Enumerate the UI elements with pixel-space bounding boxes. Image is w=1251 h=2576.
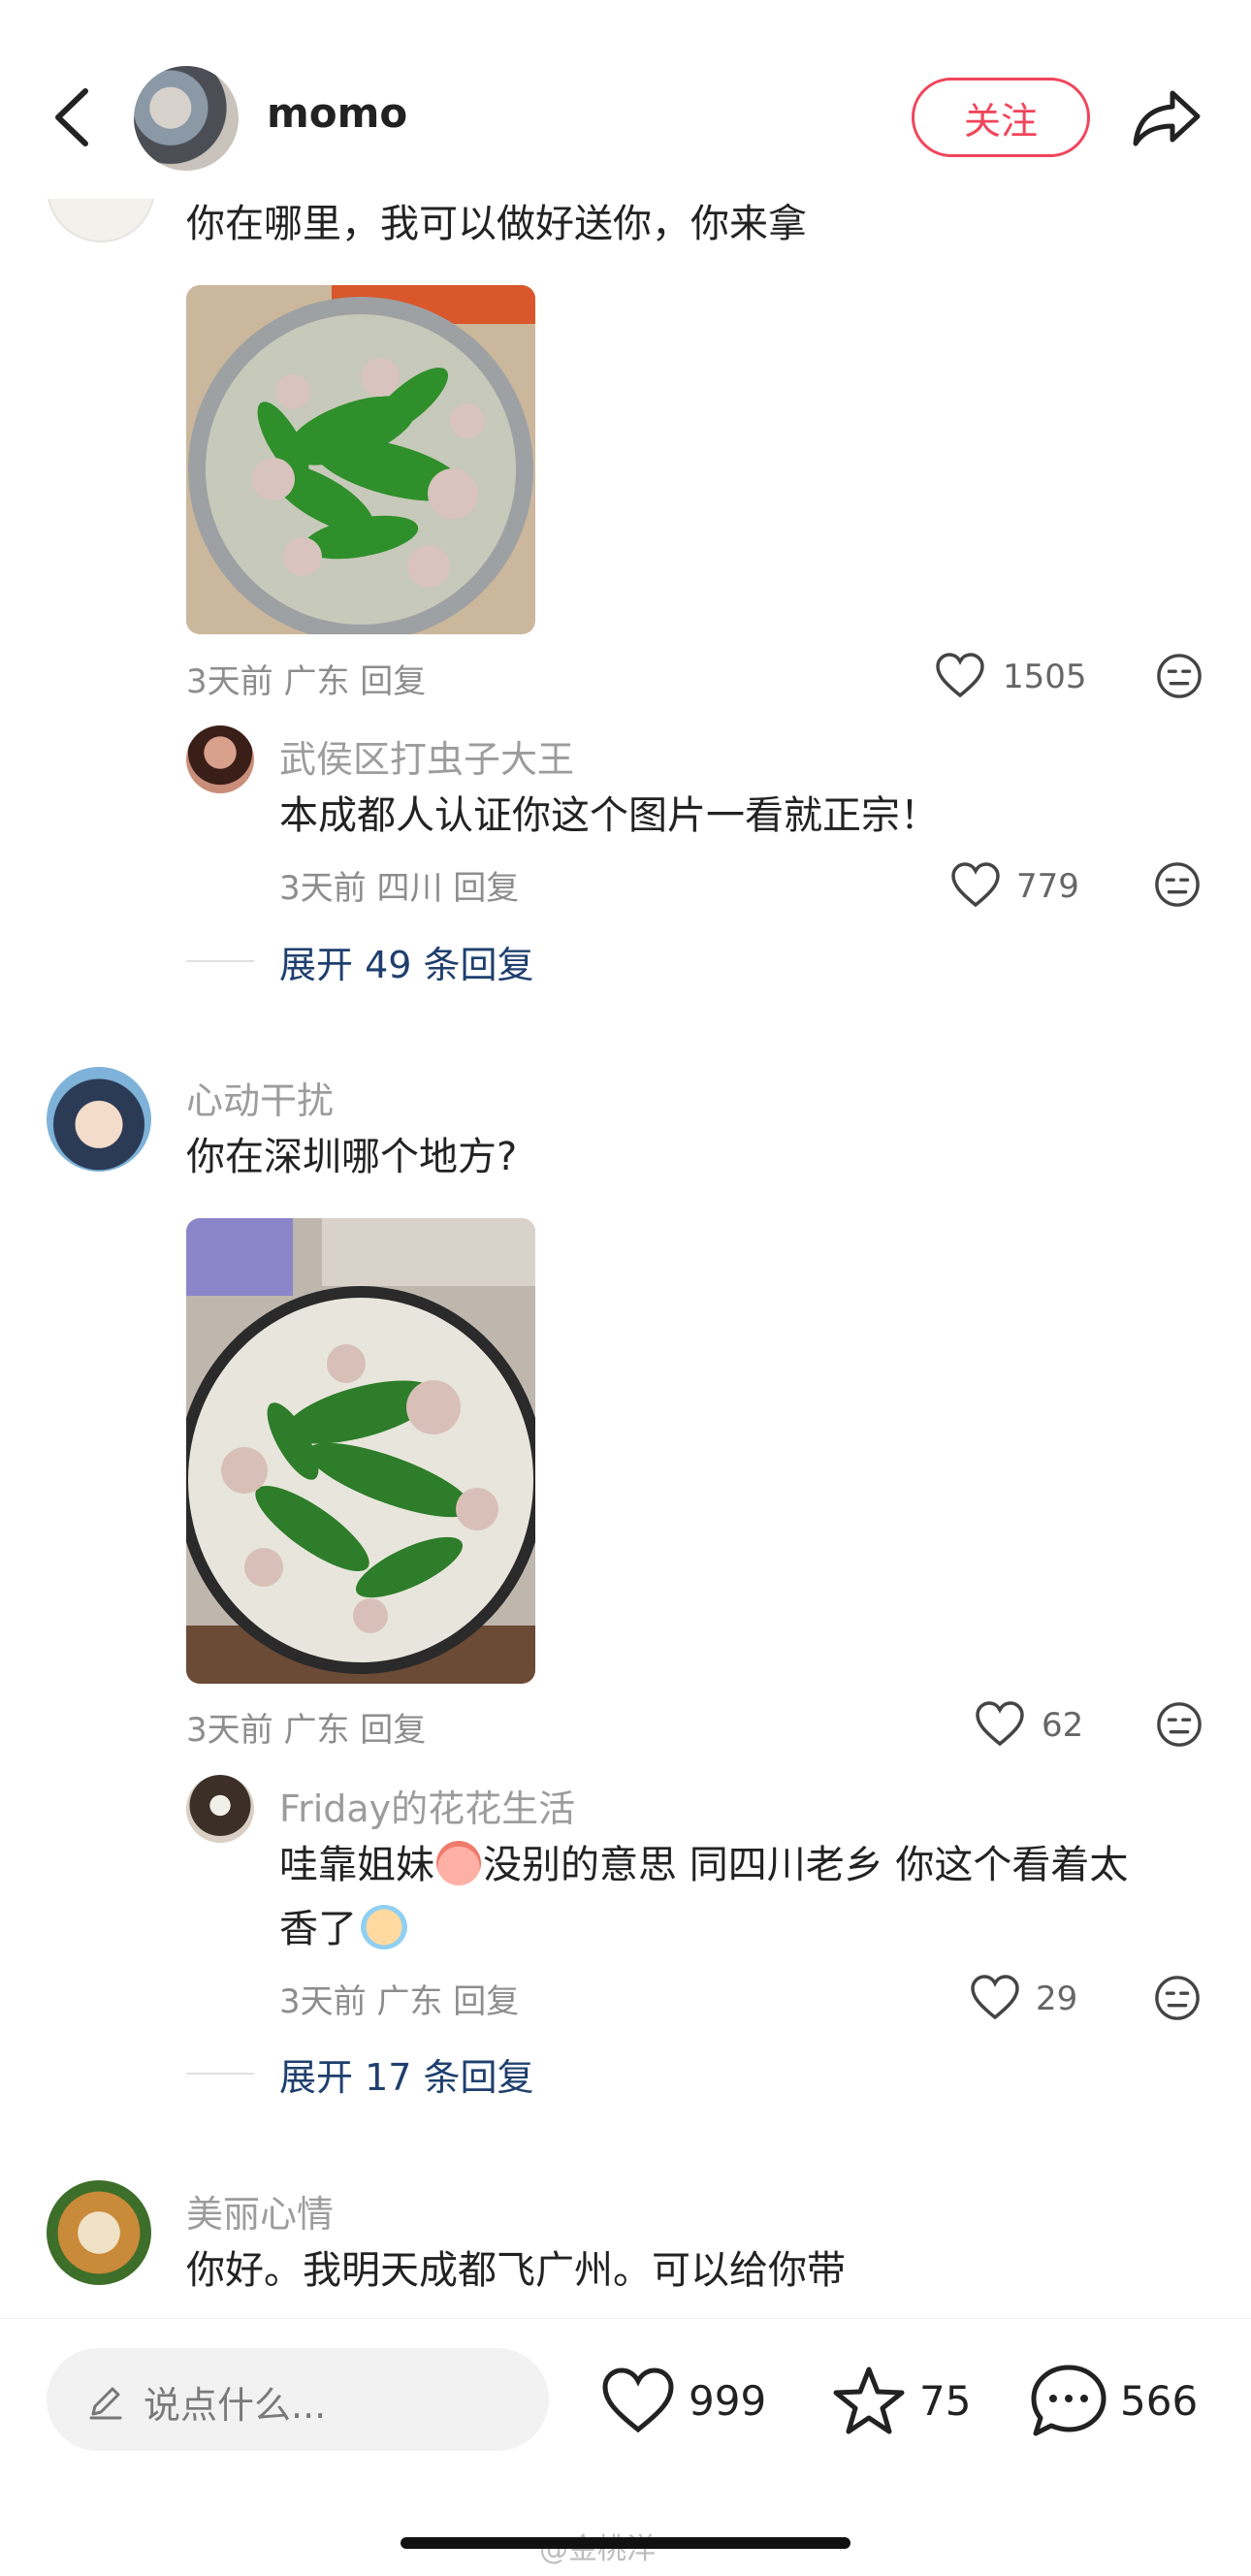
comment-text: 你好。我明天成都飞广州。可以给你带 (186, 2248, 846, 2293)
comment-photo[interactable] (186, 1218, 535, 1684)
like-heart-icon[interactable] (950, 862, 1001, 907)
like-heart-icon[interactable] (970, 1975, 1020, 2019)
star-count: 75 (919, 2377, 972, 2425)
comment-photo[interactable] (186, 285, 535, 634)
author-avatar[interactable] (134, 66, 239, 171)
dislike-face-icon[interactable] (1154, 1975, 1201, 2021)
reply-avatar[interactable] (186, 1775, 254, 1843)
reply-meta[interactable]: 3天前 广东 回复 (279, 1975, 519, 2022)
expand-divider (186, 960, 254, 962)
reply-avatar[interactable] (186, 725, 254, 793)
like-heart-icon[interactable] (975, 1701, 1025, 1746)
comment-input-placeholder[interactable]: 说点什么... (144, 2375, 326, 2429)
star-icon[interactable] (832, 2366, 906, 2435)
comment-bubble-icon[interactable] (1030, 2364, 1107, 2437)
expand-divider (186, 2073, 254, 2075)
comment-avatar[interactable] (47, 2180, 151, 2285)
dislike-face-icon[interactable] (1156, 653, 1203, 699)
comment-author-name[interactable]: 美丽心情 (186, 2184, 334, 2238)
comment-meta[interactable]: 3天前 广东 回复 (186, 655, 426, 702)
reply-author-name[interactable]: Friday的花花生活 (279, 1779, 575, 1832)
like-count: 999 (689, 2377, 767, 2425)
comment-avatar[interactable] (47, 1067, 151, 1172)
bottom-action-bar: 说点什么... 999 75 566 @金桃洋 (0, 2318, 1251, 2576)
comment-text: 你在深圳哪个地方? (186, 1135, 518, 1179)
crying-emoji-icon (361, 1905, 407, 1949)
comment-meta[interactable]: 3天前 广东 回复 (186, 1703, 426, 1751)
comment-author-name[interactable]: 心动干扰 (186, 1071, 334, 1124)
like-count: 62 (1042, 1706, 1084, 1745)
author-name[interactable]: momo (267, 89, 407, 137)
like-heart-icon[interactable] (935, 653, 985, 697)
pencil-icon (89, 2387, 122, 2420)
reply-meta[interactable]: 3天前 四川 回复 (279, 861, 519, 909)
meatball-soup-image (186, 285, 535, 634)
like-count: 779 (1016, 867, 1079, 906)
comment-text: 你在哪里，我可以做好送你，你来拿 (186, 202, 807, 246)
reply-text-part: 没别的意思 同四川老乡 你这个看着太 (483, 1843, 1129, 1887)
meatball-soup-image (186, 1218, 535, 1684)
reply-text: 哇靠姐妹 没别的意思 同四川老乡 你这个看着太 香了 (279, 1833, 1210, 1961)
home-indicator[interactable] (401, 2537, 850, 2549)
top-bar: momo 关注 (0, 0, 1251, 199)
follow-button[interactable]: 关注 (912, 78, 1090, 157)
peach-emoji-icon (436, 1841, 481, 1885)
reply-text: 本成都人认证你这个图片一看就正宗！ (279, 793, 939, 838)
reply-author-name[interactable]: 武侯区打虫子大王 (279, 729, 574, 783)
share-icon[interactable] (1130, 85, 1203, 149)
like-count: 1505 (1003, 658, 1087, 696)
back-arrow-icon[interactable] (48, 85, 97, 149)
like-heart-icon[interactable] (601, 2367, 675, 2433)
comment-count: 566 (1120, 2377, 1199, 2425)
expand-replies-link[interactable]: 展开 49 条回复 (279, 935, 534, 988)
reply-text-part: 哇靠姐妹 (279, 1843, 434, 1887)
expand-replies-link[interactable]: 展开 17 条回复 (279, 2047, 534, 2101)
dislike-face-icon[interactable] (1156, 1701, 1203, 1748)
like-count: 29 (1036, 1980, 1078, 2018)
reply-text-part: 香了 (279, 1907, 357, 1951)
dislike-face-icon[interactable] (1154, 861, 1201, 908)
